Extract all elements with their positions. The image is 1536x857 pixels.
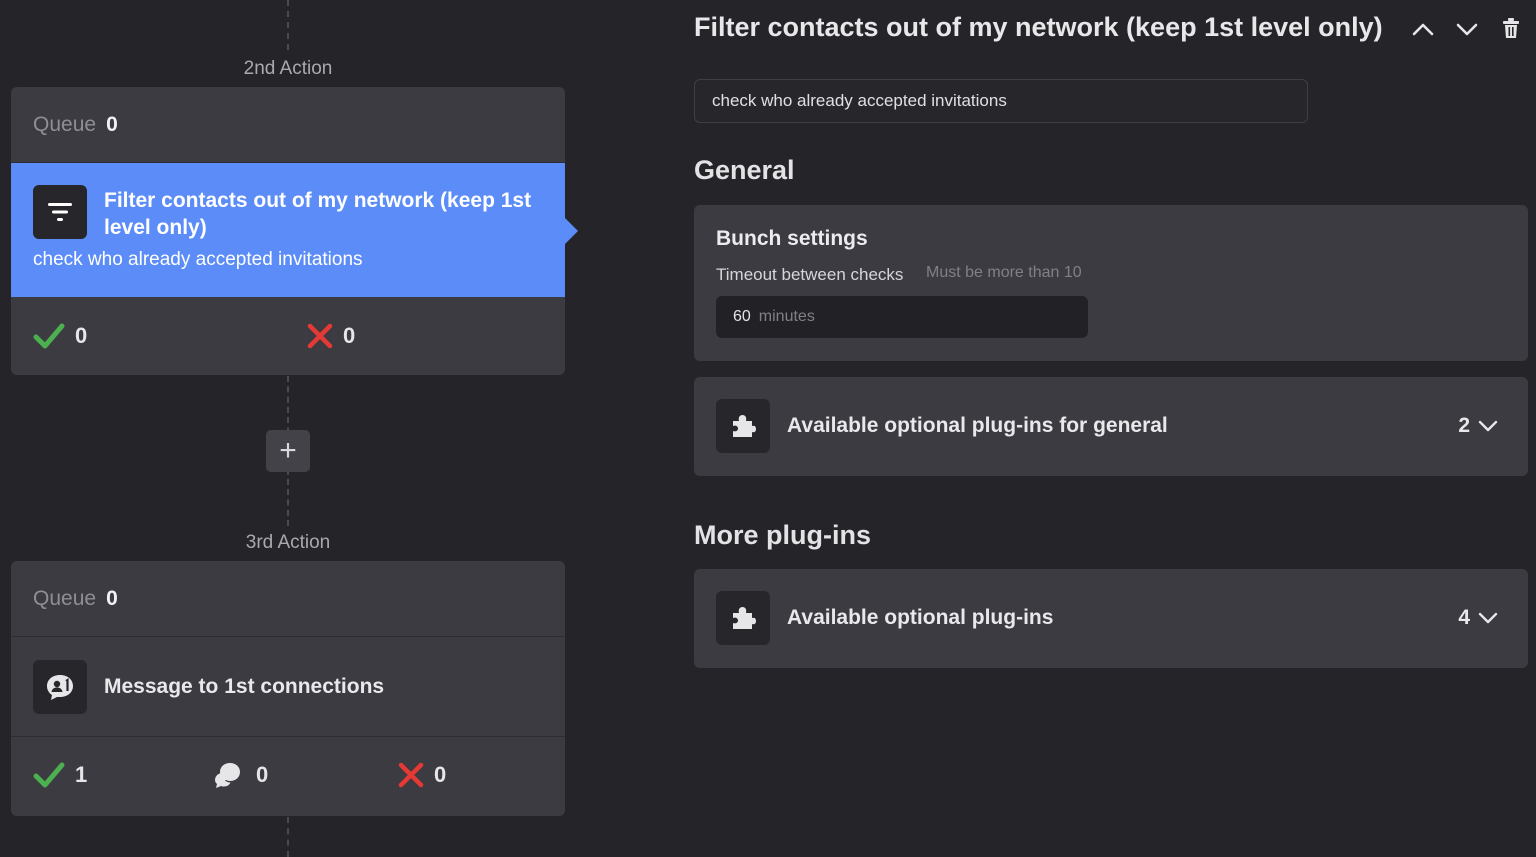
more-plugins-heading: More plug-ins xyxy=(694,520,871,550)
stat-success[interactable]: 0 xyxy=(33,323,87,349)
filter-icon xyxy=(33,185,87,239)
action-step-filter[interactable]: Filter contacts out of my network (keep … xyxy=(11,163,578,297)
move-down-button[interactable] xyxy=(1454,18,1480,45)
action-card-3rd[interactable]: Queue 0 Message to 1st connections 1 0 0 xyxy=(11,561,565,816)
chevron-down-icon xyxy=(1478,420,1498,432)
bunch-settings-panel: Bunch settings Timeout between checks Mu… xyxy=(694,205,1528,361)
more-plugins-label: Available optional plug-ins xyxy=(787,606,1054,629)
connector-line-top xyxy=(287,0,289,50)
timeout-input[interactable]: 60 minutes xyxy=(716,296,1088,338)
queue-count: 0 xyxy=(106,586,118,610)
queue-label: Queue xyxy=(33,586,97,610)
timeout-label: Timeout between checks xyxy=(716,265,904,284)
stat-failed[interactable]: 0 xyxy=(398,762,446,788)
action-title: Message to 1st connections xyxy=(104,675,385,698)
add-action-button[interactable]: + xyxy=(266,430,310,472)
general-plugins-panel[interactable]: Available optional plug-ins for general … xyxy=(694,377,1528,476)
stat-failed-count: 0 xyxy=(343,323,356,348)
chevron-up-icon xyxy=(1412,23,1434,36)
general-plugins-count: 2 xyxy=(1458,414,1470,437)
move-up-button[interactable] xyxy=(1410,18,1436,45)
timeout-unit: minutes xyxy=(758,308,815,325)
general-plugins-toggle[interactable]: 2 xyxy=(1458,414,1498,438)
timeout-value: 60 xyxy=(733,308,751,325)
trash-icon xyxy=(1503,18,1519,38)
check-icon xyxy=(33,762,65,788)
action-card-2nd[interactable]: Queue 0 Filter contacts out of my networ… xyxy=(11,87,578,375)
stat-success-count: 1 xyxy=(75,762,88,787)
stats-row: 0 0 xyxy=(11,297,565,375)
general-plugins-label: Available optional plug-ins for general xyxy=(787,414,1168,437)
more-plugins-count: 4 xyxy=(1458,606,1470,629)
queue-row: Queue 0 xyxy=(11,87,565,163)
connector-line-bottom xyxy=(287,817,289,857)
more-plugins-toggle[interactable]: 4 xyxy=(1458,606,1498,630)
stats-row: 1 0 0 xyxy=(11,737,565,813)
plus-icon: + xyxy=(279,434,297,467)
action-subtitle: check who already accepted invitations xyxy=(33,249,363,270)
message-person-icon xyxy=(33,659,87,714)
timeout-hint: Must be more than 10 xyxy=(926,264,1082,281)
chevron-down-icon xyxy=(1478,612,1498,624)
queue-label: Queue xyxy=(33,112,97,136)
bunch-settings-title: Bunch settings xyxy=(716,227,868,250)
cross-icon xyxy=(398,762,424,788)
stat-success[interactable]: 1 xyxy=(33,762,87,788)
cross-icon xyxy=(307,323,333,349)
action-title: Filter contacts out of my network (keep … xyxy=(104,189,532,239)
action-step-message[interactable]: Message to 1st connections xyxy=(11,637,565,737)
stat-replied-count: 0 xyxy=(256,762,269,787)
description-input[interactable] xyxy=(694,79,1308,123)
check-icon xyxy=(33,323,65,349)
chevron-down-icon xyxy=(1456,23,1478,36)
detail-title: Filter contacts out of my network (keep … xyxy=(694,12,1383,42)
stat-failed-count: 0 xyxy=(434,762,447,787)
delete-button[interactable] xyxy=(1502,17,1520,44)
action-label-2nd: 2nd Action xyxy=(243,58,333,79)
queue-count: 0 xyxy=(106,112,118,136)
stat-replied[interactable]: 0 xyxy=(214,761,268,789)
stat-success-count: 0 xyxy=(75,323,88,348)
more-plugins-panel[interactable]: Available optional plug-ins 4 xyxy=(694,569,1528,668)
puzzle-icon xyxy=(716,591,770,645)
action-label-3rd: 3rd Action xyxy=(245,532,331,553)
puzzle-icon xyxy=(716,399,770,453)
queue-row: Queue 0 xyxy=(11,561,565,637)
stat-failed[interactable]: 0 xyxy=(307,323,355,349)
chat-bubbles-icon xyxy=(215,763,240,788)
general-heading: General xyxy=(694,155,795,185)
